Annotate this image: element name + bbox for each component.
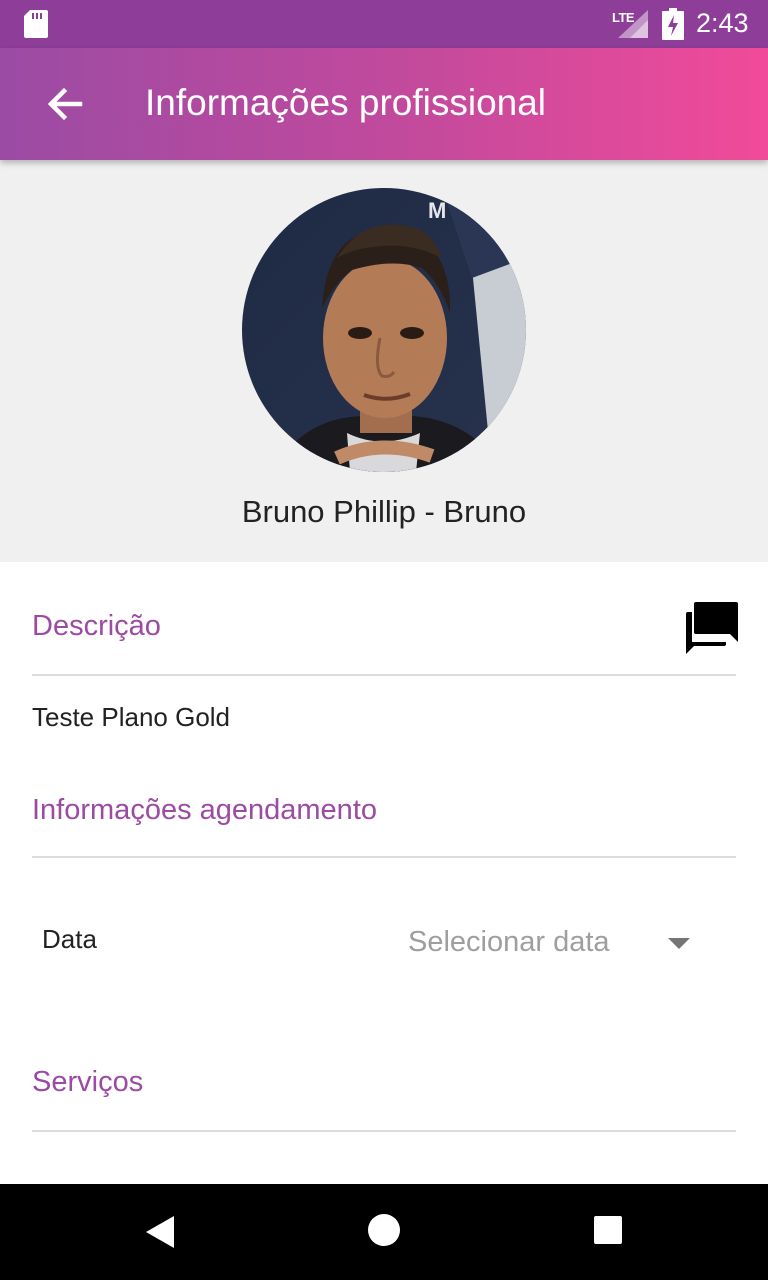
nav-back-icon[interactable]: [140, 1212, 180, 1252]
profile-name: Bruno Phillip - Bruno: [241, 494, 527, 529]
description-text: Teste Plano Gold: [32, 702, 231, 732]
status-bar: LTE 2:43: [0, 0, 768, 48]
signal-icon: [618, 10, 648, 38]
system-navigation-bar: [0, 1184, 768, 1280]
scheduling-section-title: Informações agendamento: [32, 794, 377, 826]
services-divider: [32, 1130, 736, 1132]
profile-avatar: M: [242, 188, 526, 472]
screen: LTE 2:43 Informações profissional M Brun…: [0, 0, 768, 1280]
services-section-title: Serviços: [32, 1066, 144, 1098]
page-title: Informações profissional: [145, 82, 547, 123]
nav-home-icon[interactable]: [366, 1212, 402, 1248]
date-label: Data: [42, 924, 97, 954]
scheduling-divider: [32, 856, 736, 858]
sd-card-icon: [24, 10, 48, 38]
profile-header: M Bruno Phillip - Bruno: [0, 160, 768, 562]
chat-bubble-icon[interactable]: [682, 598, 740, 656]
date-select-placeholder: Selecionar data: [408, 926, 610, 958]
nav-recents-icon[interactable]: [592, 1214, 624, 1246]
description-section-title: Descrição: [32, 610, 161, 642]
description-divider: [32, 674, 736, 676]
arrow-back-icon[interactable]: [36, 76, 92, 132]
battery-charging-icon: [662, 8, 684, 40]
app-bar: Informações profissional: [0, 48, 768, 160]
status-clock: 2:43: [696, 8, 749, 38]
dropdown-arrow-icon: [668, 938, 690, 949]
date-select-dropdown[interactable]: Selecionar data: [400, 918, 710, 970]
svg-text:M: M: [428, 198, 446, 223]
